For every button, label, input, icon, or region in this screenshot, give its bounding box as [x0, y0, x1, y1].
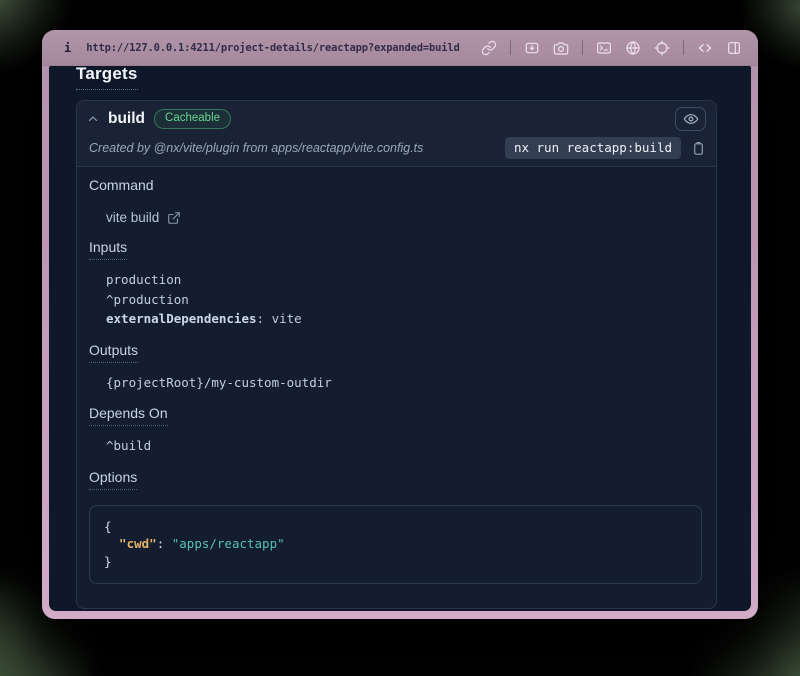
- url-text[interactable]: http://127.0.0.1:4211/project-details/re…: [86, 42, 459, 54]
- cacheable-badge: Cacheable: [154, 109, 231, 129]
- globe-icon[interactable]: [625, 40, 641, 56]
- input-item: ^production: [89, 291, 702, 309]
- crosshair-icon[interactable]: [654, 40, 670, 56]
- run-command-chip: nx run reactapp:build: [505, 137, 681, 159]
- json-cwd-line: "cwd": "apps/reactapp": [104, 535, 687, 553]
- save-screenshot-icon[interactable]: [524, 40, 540, 56]
- command-label: Command: [89, 177, 154, 194]
- info-icon: i: [64, 41, 71, 55]
- clipboard-copy-icon: [691, 141, 706, 156]
- json-close-brace: }: [104, 553, 687, 571]
- target-name: build: [108, 110, 145, 128]
- json-colon: :: [157, 536, 172, 551]
- browser-toolbar: i http://127.0.0.1:4211/project-details/…: [42, 30, 758, 66]
- code-icon[interactable]: [697, 40, 713, 56]
- build-card-body: Command vite build Inputs production ^pr…: [77, 167, 716, 608]
- input-item: production: [89, 271, 702, 289]
- depends-on-label[interactable]: Depends On: [89, 405, 168, 426]
- page-viewport: Targets build Cacheable Created by @nx/v…: [49, 66, 751, 611]
- json-value: "apps/reactapp": [172, 536, 285, 551]
- command-section: Command vite build: [89, 177, 702, 225]
- options-label[interactable]: Options: [89, 469, 137, 490]
- input-key: externalDependencies: [106, 311, 257, 326]
- split-view-icon[interactable]: [726, 40, 742, 56]
- toolbar-divider: [510, 40, 511, 55]
- json-open-brace: {: [104, 518, 687, 536]
- depends-on-item: ^build: [89, 437, 702, 455]
- toolbar-divider: [582, 40, 583, 55]
- copy-command-button[interactable]: [691, 141, 706, 156]
- link-icon[interactable]: [481, 40, 497, 56]
- command-value: vite build: [106, 210, 159, 225]
- terminal-icon[interactable]: [596, 40, 612, 56]
- input-key-value: : vite: [257, 311, 302, 326]
- eye-icon: [683, 111, 699, 127]
- created-by-text: Created by @nx/vite/plugin from apps/rea…: [89, 141, 505, 155]
- chevron-up-icon[interactable]: [87, 113, 99, 125]
- output-item: {projectRoot}/my-custom-outdir: [89, 374, 702, 392]
- inputs-label[interactable]: Inputs: [89, 239, 127, 260]
- options-json-block: { "cwd": "apps/reactapp" }: [89, 505, 702, 585]
- url-bar[interactable]: i http://127.0.0.1:4211/project-details/…: [64, 41, 481, 55]
- depends-on-section: Depends On ^build: [89, 405, 702, 455]
- view-details-button[interactable]: [675, 107, 706, 131]
- toolbar-actions: [481, 40, 742, 56]
- outputs-section: Outputs {projectRoot}/my-custom-outdir: [89, 342, 702, 392]
- toolbar-divider: [683, 40, 684, 55]
- outputs-label[interactable]: Outputs: [89, 342, 138, 363]
- browser-window: i http://127.0.0.1:4211/project-details/…: [42, 30, 758, 619]
- inputs-section: Inputs production ^production externalDe…: [89, 239, 702, 328]
- options-section: Options { "cwd": "apps/reactapp" }: [89, 469, 702, 585]
- target-card-build: build Cacheable Created by @nx/vite/plug…: [76, 100, 717, 609]
- page-title: Targets: [76, 66, 717, 90]
- camera-icon[interactable]: [553, 40, 569, 56]
- build-card-subheader: Created by @nx/vite/plugin from apps/rea…: [77, 137, 716, 167]
- input-item: externalDependencies: vite: [89, 310, 702, 328]
- external-link-icon[interactable]: [167, 211, 181, 225]
- command-value-row: vite build: [89, 210, 702, 225]
- json-key: "cwd": [119, 536, 157, 551]
- targets-heading[interactable]: Targets: [76, 66, 138, 90]
- build-card-header[interactable]: build Cacheable: [77, 101, 716, 137]
